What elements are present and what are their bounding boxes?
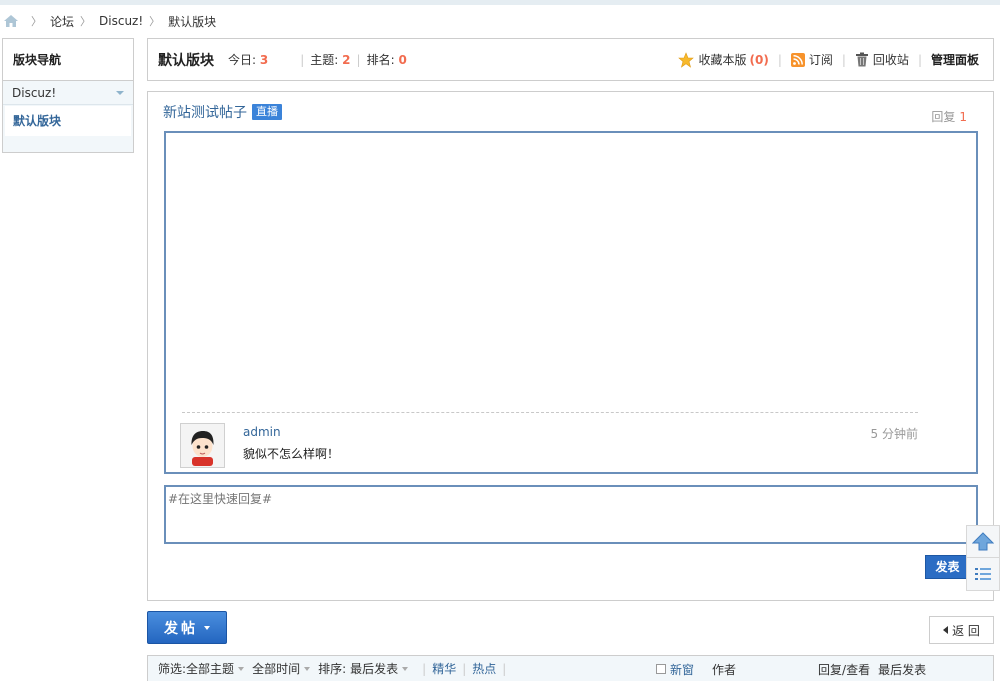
live-badge: 直播 — [252, 104, 282, 120]
divider: | — [917, 52, 922, 67]
breadcrumb-discuz[interactable]: Discuz! — [99, 14, 143, 28]
author-column-header: 作者 — [712, 662, 737, 677]
rank-label: 排名: — [366, 53, 395, 67]
filter-all-topics-dropdown[interactable]: 全部主题 — [186, 660, 245, 677]
breadcrumb-forum[interactable]: 论坛 — [50, 13, 74, 30]
post-message: 貌似不怎么样啊！ — [243, 447, 340, 461]
sidebar-board-nav: 版块导航 Discuz! 默认版块 — [2, 38, 134, 153]
post-author[interactable]: admin — [243, 425, 281, 439]
divider: | — [841, 52, 846, 67]
today-value: 3 — [259, 53, 269, 67]
favorite-board-link[interactable]: 收藏本版 (0) — [678, 51, 769, 68]
arrow-up-icon — [972, 531, 994, 550]
breadcrumb-separator: 〉 — [149, 15, 161, 28]
sidebar-group-discuz[interactable]: Discuz! — [3, 81, 133, 105]
divider: | — [502, 661, 507, 676]
back-to-top-button[interactable] — [967, 526, 999, 558]
recycle-label: 回收站 — [872, 53, 909, 67]
home-icon[interactable] — [3, 13, 19, 29]
breadcrumb: 〉 论坛 〉 Discuz! 〉 默认版块 — [0, 10, 216, 32]
list-icon — [975, 568, 991, 580]
filter-all-time: 全部时间 — [252, 662, 301, 676]
rss-icon — [790, 52, 805, 67]
manage-panel-link[interactable]: 管理面板 — [931, 51, 979, 68]
reply-count: 回复 1 — [931, 108, 967, 125]
side-toolbar — [966, 525, 1000, 591]
chevron-down-icon — [304, 666, 311, 671]
breadcrumb-current: 默认版块 — [168, 14, 217, 29]
forum-actions: 收藏本版 (0) | 订阅 | 回收站 | 管理面板 — [678, 39, 979, 80]
digest-filter-link[interactable]: 精华 — [432, 660, 456, 677]
last-post-column-header: 最后发表 — [878, 662, 927, 677]
new-post-button[interactable]: 发帖 — [147, 611, 227, 644]
hot-filter-link[interactable]: 热点 — [472, 660, 496, 677]
favorite-label: 收藏本版 — [698, 53, 747, 67]
thread-title-row: 新站测试帖子 直播 — [163, 102, 282, 122]
chevron-down-icon — [402, 666, 409, 671]
reply-label: 回复 — [931, 110, 956, 124]
recycle-bin-link[interactable]: 回收站 — [855, 51, 909, 68]
sort-dropdown[interactable]: 最后发表 — [350, 660, 409, 677]
sidebar-item-default-board[interactable]: 默认版块 — [5, 106, 131, 136]
star-icon — [678, 51, 695, 68]
chevron-down-icon — [238, 666, 245, 671]
topics-value: 2 — [342, 53, 351, 67]
new-window-checkbox[interactable] — [656, 664, 666, 674]
submit-reply-button[interactable]: 发表 — [925, 555, 970, 579]
chevron-down-icon — [204, 625, 210, 630]
post-time: 5 分钟前 — [870, 427, 918, 441]
user-avatar-icon — [182, 425, 223, 466]
trash-icon — [855, 52, 868, 67]
live-post-box[interactable]: admin 5 分钟前 貌似不怎么样啊！ — [164, 131, 978, 474]
thread-filter-bar: 筛选: 全部主题 全部时间 排序: 最后发表 | 精华 | 热点 | 新窗 作者… — [147, 655, 994, 681]
avatar[interactable] — [180, 423, 225, 468]
reply-count-value: 1 — [959, 110, 967, 124]
topics-stat: 主题: 2 — [310, 51, 350, 68]
thread-title[interactable]: 新站测试帖子 — [163, 102, 247, 122]
rank-value: 0 — [398, 53, 407, 67]
divider: | — [777, 52, 782, 67]
divider: | — [422, 661, 427, 676]
divider — [182, 412, 918, 413]
forum-name: 默认版块 — [158, 52, 214, 69]
thread-panel: 新站测试帖子 直播 回复1 admin 5 分钟前 貌似不怎么样啊！ 发表 — [147, 91, 994, 601]
favorite-count: (0) — [749, 52, 769, 67]
breadcrumb-separator: 〉 — [80, 15, 92, 28]
sort-label: 排序: — [318, 662, 347, 676]
divider: | — [300, 52, 305, 67]
subscribe-label: 订阅 — [808, 53, 833, 67]
new-post-label: 发帖 — [164, 620, 198, 637]
breadcrumb-separator: 〉 — [31, 15, 42, 28]
chevron-left-icon — [943, 626, 949, 634]
filter-all-topics: 全部主题 — [186, 662, 235, 676]
sidebar-title: 版块导航 — [3, 39, 133, 81]
chevron-down-icon — [116, 91, 124, 95]
new-window-label[interactable]: 新窗 — [670, 661, 694, 678]
filter-all-time-dropdown[interactable]: 全部时间 — [252, 660, 311, 677]
back-label: 返 回 — [952, 623, 980, 638]
divider: | — [462, 661, 467, 676]
replies-views-column-header: 回复/查看 — [818, 662, 871, 677]
today-label: 今日: — [228, 53, 257, 67]
today-stat: 今日: 3 — [228, 51, 268, 68]
list-view-button[interactable] — [967, 558, 999, 590]
thread-list-columns: 新窗 作者 回复/查看 最后发表 — [656, 656, 926, 681]
topics-label: 主题: — [310, 53, 339, 67]
sort-value: 最后发表 — [350, 662, 399, 676]
subscribe-link[interactable]: 订阅 — [790, 51, 833, 68]
divider: | — [356, 52, 361, 67]
sidebar-group-label: Discuz! — [12, 86, 57, 100]
quick-reply-input[interactable] — [164, 485, 978, 544]
rank-stat: 排名: 0 — [367, 51, 407, 68]
back-button[interactable]: 返 回 — [929, 616, 994, 644]
forum-header: 默认版块 今日: 3 | 主题: 2 | 排名: 0 收藏本版 (0) | 订阅 — [147, 38, 994, 81]
top-bar — [0, 0, 1000, 5]
filter-label: 筛选: — [158, 662, 187, 676]
